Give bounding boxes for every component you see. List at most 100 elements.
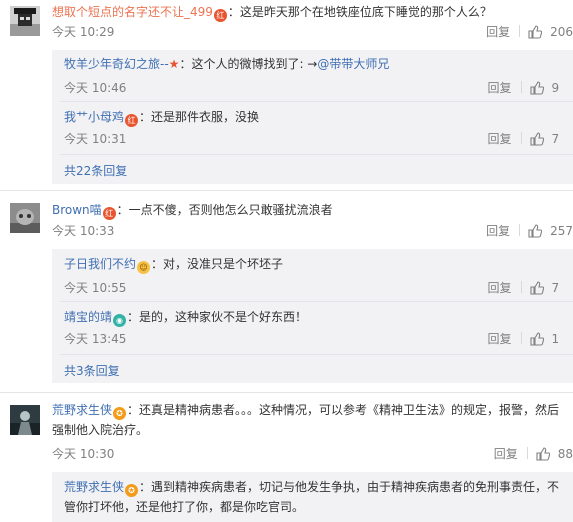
comment-username[interactable]: 荒野求生侠 xyxy=(52,403,112,417)
like-count: 7 xyxy=(551,281,560,295)
reply-body: 牧羊少年奇幻之旅--★：这个人的微博找到了: →@带带大师兄 xyxy=(64,54,573,74)
like-count: 9 xyxy=(551,81,560,95)
divider xyxy=(0,392,573,393)
comment-text: ：这是昨天那个在地铁座位底下睡觉的那个人么？ xyxy=(227,5,492,19)
divider xyxy=(520,332,522,344)
comment-body: 想取个短点的名字还不让_499 红：这是昨天那个在地铁座位底下睡觉的那个人么？ xyxy=(52,2,565,22)
reply-list: 牧羊少年奇幻之旅--★：这个人的微博找到了: →@带带大师兄 今天 10:46 … xyxy=(52,50,573,184)
avatar[interactable] xyxy=(10,6,40,36)
reply-button[interactable]: 回复 xyxy=(488,81,512,95)
comment-item: Brown喵红：一点不傻，否则他怎么只敢骚扰流浪者 今天 10:33 回复 257… xyxy=(0,198,573,388)
reply-body: 子日我们不约 ☺ ：对，没准只是个坏坯子 xyxy=(64,254,573,274)
comment-meta: 今天 10:29 回复 206 xyxy=(52,22,573,42)
star-badge-icon: ★ xyxy=(168,57,180,71)
reply-item: 牧羊少年奇幻之旅--★：这个人的微博找到了: →@带带大师兄 今天 10:46 … xyxy=(64,54,573,100)
like-button[interactable]: 1 xyxy=(529,332,560,346)
divider xyxy=(519,224,521,236)
reply-meta: 今天 10:46 回复 9 xyxy=(64,78,573,98)
comment-time: 今天 10:33 xyxy=(52,224,115,238)
avatar[interactable] xyxy=(10,405,40,435)
comment-body: 荒野求生侠 ✪ ：还真是精神病患者。。。这种情况，可以参考《精神卫生法》的规定，报警… xyxy=(52,400,565,440)
reply-meta: 今天 13:45 回复 1 xyxy=(64,329,573,349)
like-button[interactable]: 257 xyxy=(528,224,573,238)
comment-text: ：一点不傻，否则他怎么只敢骚扰流浪者 xyxy=(116,203,333,217)
reply-time: 今天 10:55 xyxy=(64,281,127,295)
reply-actions: 回复 1 xyxy=(488,329,573,349)
comment-time: 今天 10:30 xyxy=(52,447,115,461)
reply-body: 靖宝的靖 ◉ ：是的，这种家伙不是个好东西！ xyxy=(64,307,573,327)
reply-button[interactable]: 回复 xyxy=(486,25,510,39)
divider xyxy=(520,132,522,144)
like-count: 206 xyxy=(550,25,573,39)
like-count: 7 xyxy=(551,132,560,146)
reply-username[interactable]: 子日我们不约 xyxy=(64,257,136,271)
reply-button[interactable]: 回复 xyxy=(488,132,512,146)
award-badge-icon: ✪ xyxy=(125,484,139,497)
comment-username[interactable]: Brown喵 xyxy=(52,203,102,217)
reply-list: 子日我们不约 ☺ ：对，没准只是个坏坯子 今天 10:55 回复 7 靖宝的靖 ◉ ：是的… xyxy=(52,249,573,383)
comment-time: 今天 10:29 xyxy=(52,25,115,39)
reply-username[interactable]: 我艹小母鸡 xyxy=(64,110,124,124)
camera-badge-icon: ◉ xyxy=(113,314,127,327)
like-button[interactable]: 9 xyxy=(529,81,560,95)
reply-item: 我艹小母鸡红：还是那件衣服，没换 今天 10:31 回复 7 xyxy=(64,107,573,153)
reply-username[interactable]: 牧羊少年奇幻之旅-- xyxy=(64,57,169,71)
reply-text: ：还是那件衣服，没换 xyxy=(139,110,260,124)
comment-actions: 回复 88 xyxy=(494,444,573,464)
thumb-up-icon xyxy=(528,224,543,238)
reply-actions: 回复 9 xyxy=(488,78,573,98)
reply-button[interactable]: 回复 xyxy=(486,224,510,238)
reply-meta: 今天 10:55 回复 7 xyxy=(64,278,573,298)
reply-body: 荒野求生侠 ✪ ：遇到精神疾病患者，切记与他发生争执，由于精神疾病患者的免刑事责任，… xyxy=(64,477,567,517)
avatar[interactable] xyxy=(10,203,40,233)
like-button[interactable]: 206 xyxy=(528,25,573,39)
like-count: 88 xyxy=(557,447,573,461)
divider xyxy=(519,25,521,37)
reply-body: 我艹小母鸡红：还是那件衣服，没换 xyxy=(64,107,573,127)
reply-username[interactable]: 靖宝的靖 xyxy=(64,310,112,324)
like-count: 257 xyxy=(550,224,573,238)
reply-time: 今天 10:46 xyxy=(64,81,127,95)
reply-username[interactable]: 荒野求生侠 xyxy=(64,480,124,494)
divider xyxy=(0,190,573,191)
reply-text: ：是的，这种家伙不是个好东西！ xyxy=(127,310,308,324)
like-button[interactable]: 7 xyxy=(529,132,560,146)
reply-button[interactable]: 回复 xyxy=(488,281,512,295)
member-badge-icon: 红 xyxy=(102,207,116,220)
reply-text: ：对，没准只是个坏坯子 xyxy=(151,257,284,271)
reply-time: 今天 13:45 xyxy=(64,332,127,346)
reply-text: ：这个人的微博找到了: → xyxy=(179,57,318,71)
divider xyxy=(60,101,573,102)
reply-meta: 今天 10:31 回复 7 xyxy=(64,129,573,149)
like-count: 1 xyxy=(551,332,560,346)
mention-link[interactable]: @带带大师兄 xyxy=(317,57,389,71)
reply-list: 荒野求生侠 ✪ ：遇到精神疾病患者，切记与他发生争执，由于精神疾病患者的免刑事责任，… xyxy=(52,472,573,522)
comment-actions: 回复 257 xyxy=(486,221,573,241)
member-badge-icon: 红 xyxy=(213,9,227,22)
reply-actions: 回复 7 xyxy=(488,278,573,298)
comment-username[interactable]: 想取个短点的名字还不让_499 xyxy=(52,5,213,19)
divider xyxy=(60,301,573,302)
comment-meta: 今天 10:30 回复 88 xyxy=(52,444,573,464)
thumb-up-icon xyxy=(529,81,544,95)
reply-button[interactable]: 回复 xyxy=(494,447,518,461)
divider xyxy=(526,447,528,459)
reply-item: 子日我们不约 ☺ ：对，没准只是个坏坯子 今天 10:55 回复 7 xyxy=(64,254,573,300)
reply-item: 靖宝的靖 ◉ ：是的，这种家伙不是个好东西！ 今天 13:45 回复 1 xyxy=(64,307,573,353)
reply-time: 今天 10:31 xyxy=(64,132,127,146)
more-replies-link[interactable]: 共22条回复 xyxy=(64,161,127,181)
like-button[interactable]: 7 xyxy=(529,281,560,295)
comment-actions: 回复 206 xyxy=(486,22,573,42)
thumb-up-icon xyxy=(529,332,544,346)
comment-body: Brown喵红：一点不傻，否则他怎么只敢骚扰流浪者 xyxy=(52,200,565,220)
reply-button[interactable]: 回复 xyxy=(488,332,512,346)
reply-actions: 回复 7 xyxy=(488,129,573,149)
reply-text: ：遇到精神疾病患者，切记与他发生争执，由于精神疾病患者的免刑事责任，不管你打坏他… xyxy=(64,480,560,514)
comment-item: 想取个短点的名字还不让_499 红：这是昨天那个在地铁座位底下睡觉的那个人么？ 今… xyxy=(0,0,573,190)
more-replies-link[interactable]: 共3条回复 xyxy=(64,361,120,381)
thumb-up-icon xyxy=(529,132,544,146)
thumb-up-icon xyxy=(536,447,550,461)
thumb-up-icon xyxy=(529,281,544,295)
divider xyxy=(60,154,573,155)
like-button[interactable]: 88 xyxy=(536,447,573,461)
